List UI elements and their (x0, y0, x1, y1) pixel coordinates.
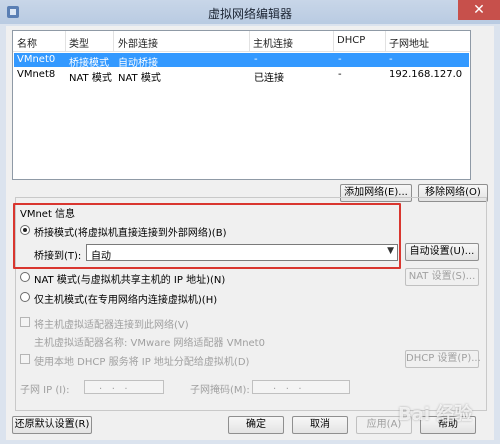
column-header-type[interactable]: 类型 (69, 35, 89, 50)
subnet-ip-dots: . . . (99, 381, 128, 392)
auto-settings-button[interactable]: 自动设置(U)... (405, 243, 479, 261)
subnet-ip-label: 子网 IP (I): (20, 385, 70, 396)
baidu-watermark: Bai 经验 (398, 404, 473, 425)
column-header-name[interactable]: 名称 (17, 35, 37, 50)
column-header-subnet[interactable]: 子网地址 (389, 35, 429, 50)
nat-mode-radio[interactable] (20, 272, 30, 282)
table-header: 名称 类型 外部连接 主机连接 DHCP 子网地址 (13, 31, 470, 52)
column-divider (385, 31, 386, 51)
cancel-button[interactable]: 取消 (292, 416, 348, 434)
cell-host: - (254, 54, 258, 65)
subnet-ip-input[interactable]: . . . (84, 380, 164, 394)
adapter-name-label: 主机虚拟适配器名称: VMware 网络适配器 VMnet0 (34, 338, 265, 349)
host-only-mode-label[interactable]: 仅主机模式(在专用网络内连接虚拟机)(H) (34, 291, 217, 306)
title-bar: 虚拟网络编辑器 ✕ (0, 0, 500, 24)
cell-dhcp: - (338, 54, 342, 65)
cell-name: VMnet8 (17, 69, 56, 80)
column-divider (333, 31, 334, 51)
ok-button[interactable]: 确定 (228, 416, 284, 434)
close-button[interactable]: ✕ (458, 0, 500, 20)
nat-mode-label[interactable]: NAT 模式(与虚拟机共享主机的 IP 地址)(N) (34, 271, 225, 286)
cell-external: NAT 模式 (118, 73, 161, 84)
column-divider (65, 31, 66, 51)
host-only-mode-radio[interactable] (20, 292, 30, 302)
table-row[interactable]: VMnet8 NAT 模式 NAT 模式 已连接 - 192.168.127.0 (14, 68, 469, 84)
subnet-mask-dots: . . . (273, 381, 302, 392)
use-dhcp-checkbox[interactable] (20, 354, 30, 364)
connect-adapter-checkbox[interactable] (20, 317, 30, 327)
use-dhcp-label[interactable]: 使用本地 DHCP 服务将 IP 地址分配给虚拟机(D) (34, 353, 249, 368)
cell-subnet: 192.168.127.0 (389, 69, 463, 80)
cell-type: NAT 模式 (69, 73, 112, 84)
column-header-dhcp[interactable]: DHCP (337, 35, 365, 46)
cell-subnet: - (389, 54, 393, 65)
dhcp-settings-button[interactable]: DHCP 设置(P)... (405, 350, 481, 368)
connect-adapter-label[interactable]: 将主机虚拟适配器连接到此网络(V) (34, 316, 189, 331)
column-divider (113, 31, 114, 51)
table-row[interactable]: VMnet0 桥接模式 自动桥接 - - - (14, 53, 469, 69)
window-title: 虚拟网络编辑器 (207, 7, 292, 21)
red-highlight-box (13, 203, 401, 269)
cell-type: 桥接模式 (69, 58, 109, 69)
column-header-host[interactable]: 主机连接 (253, 35, 293, 50)
column-divider (249, 31, 250, 51)
nat-settings-button[interactable]: NAT 设置(S)... (405, 268, 479, 286)
column-header-external[interactable]: 外部连接 (118, 35, 158, 50)
subnet-mask-input[interactable]: . . . (252, 380, 350, 394)
close-icon: ✕ (473, 2, 485, 18)
cell-dhcp: - (338, 69, 342, 80)
cell-name: VMnet0 (17, 54, 56, 65)
restore-defaults-button[interactable]: 还原默认设置(R) (12, 416, 92, 434)
subnet-mask-label: 子网掩码(M): (190, 385, 250, 396)
cell-external: 自动桥接 (118, 58, 158, 69)
cell-host: 已连接 (254, 73, 284, 84)
network-table[interactable]: 名称 类型 外部连接 主机连接 DHCP 子网地址 VMnet0 桥接模式 自动… (12, 30, 471, 180)
